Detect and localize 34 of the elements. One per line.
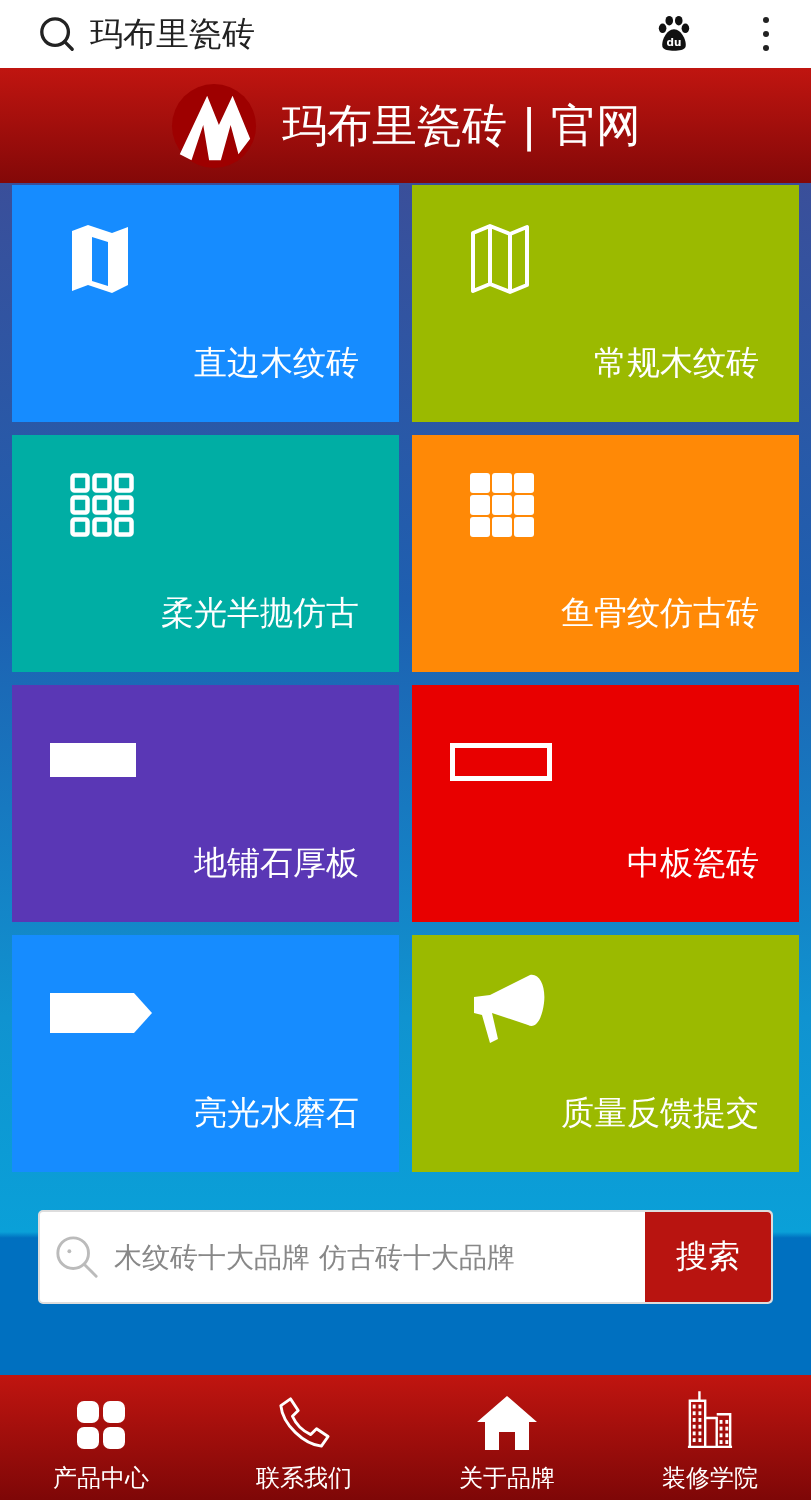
category-tile[interactable]: 亮光水磨石 (12, 935, 399, 1172)
nav-item[interactable]: 装修学院 (608, 1375, 811, 1500)
tile-label: 常规木纹砖 (594, 342, 759, 384)
building-icon (685, 1388, 734, 1450)
search-button[interactable]: 搜索 (645, 1212, 771, 1302)
tile-label: 柔光半抛仿古 (161, 592, 359, 634)
search-query[interactable]: 玛布里瓷砖 (90, 11, 655, 57)
nav-item[interactable]: 关于品牌 (405, 1375, 609, 1500)
grid-icon (76, 1400, 127, 1450)
tile-label: 质量反馈提交 (561, 1092, 759, 1134)
map-icon (70, 223, 130, 295)
tag-icon (50, 993, 152, 1033)
nav-item[interactable]: 产品中心 (0, 1375, 203, 1500)
tile-label: 地铺石厚板 (194, 842, 359, 884)
phone-icon (277, 1396, 332, 1450)
tile-label: 亮光水磨石 (194, 1092, 359, 1134)
search-field[interactable]: 木纹砖十大品牌 仿古砖十大品牌 搜索 (38, 1210, 773, 1304)
brand-logo-icon (170, 81, 259, 170)
tile-label: 直边木纹砖 (194, 342, 359, 384)
category-tile[interactable]: 中板瓷砖 (412, 685, 799, 922)
map-icon (470, 223, 530, 295)
nav-item[interactable]: 联系我们 (202, 1375, 406, 1500)
tile-label: 鱼骨纹仿古砖 (561, 592, 759, 634)
category-tile[interactable]: 地铺石厚板 (12, 685, 399, 922)
rectangle-icon (50, 743, 136, 777)
grid-icon (70, 473, 134, 537)
search-icon[interactable] (38, 15, 76, 53)
search-icon (54, 1234, 100, 1280)
category-tile[interactable]: 直边木纹砖 (12, 185, 399, 422)
site-title: 玛布里瓷砖 | 官网 (282, 97, 641, 154)
more-menu-icon[interactable] (761, 14, 771, 54)
rectangle-icon (450, 743, 552, 781)
tile-label: 中板瓷砖 (627, 842, 759, 884)
grid-icon (470, 473, 534, 537)
